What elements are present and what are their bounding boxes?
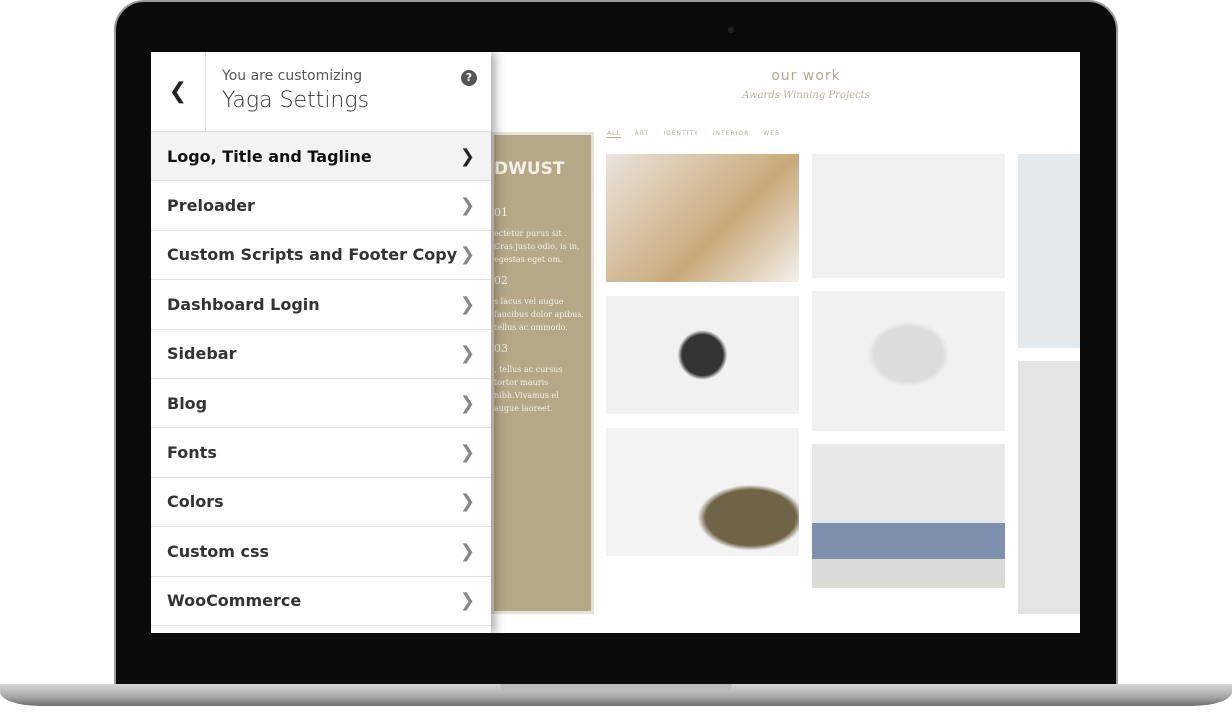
menu-item-label: Colors (167, 492, 224, 512)
menu-item-label: Dashboard Login (167, 294, 320, 314)
menu-item-label: Logo, Title and Tagline (167, 146, 372, 166)
chevron-left-icon: ❮ (168, 79, 188, 104)
chevron-right-icon: ❯ (459, 590, 475, 612)
sidebar-number: 03 (494, 342, 508, 355)
question-icon[interactable]: ? (461, 70, 477, 86)
menu-item-blog[interactable]: Blog ❯ (151, 379, 491, 429)
filter-tab[interactable]: IDENTITY (663, 130, 698, 138)
portfolio-image[interactable] (606, 296, 799, 414)
sidebar-text: ectetur purus sit . Cras justo odio, is … (494, 229, 580, 264)
chevron-right-icon: ❯ (459, 442, 475, 464)
portfolio-image[interactable] (812, 291, 1005, 431)
chevron-right-icon: ❯ (459, 293, 475, 315)
menu-item-label: Preloader (167, 196, 255, 216)
customizer-header: ❮ You are customizing Yaga Settings ? (151, 52, 491, 132)
sidebar-number: 02 (494, 274, 508, 287)
menu-item-preloader[interactable]: Preloader ❯ (151, 181, 491, 231)
sidebar-logo: DWUST (494, 159, 565, 179)
menu-item-label: Custom Scripts and Footer Copy (167, 245, 458, 265)
portfolio-image[interactable] (606, 428, 799, 556)
customizer-panel: ❮ You are customizing Yaga Settings ? Lo… (151, 52, 491, 633)
portfolio-filters: ALL ART IDENTITY INTERIOR WEB (607, 130, 780, 138)
portfolio-image[interactable] (1018, 154, 1080, 348)
menu-item-fonts[interactable]: Fonts ❯ (151, 428, 491, 478)
menu-item-label: Custom css (167, 541, 270, 561)
laptop-notch (500, 684, 732, 692)
menu-item-custom-css[interactable]: Custom css ❯ (151, 527, 491, 577)
site-preview: our work Awards Winning Projects ALL ART I… (491, 52, 1080, 633)
portfolio-image[interactable] (606, 154, 799, 282)
portfolio-image[interactable] (812, 154, 1005, 278)
menu-item-colors[interactable]: Colors ❯ (151, 478, 491, 528)
chevron-right-icon: ❯ (459, 343, 475, 365)
menu-item-sidebar[interactable]: Sidebar ❯ (151, 330, 491, 379)
chevron-right-icon: ❯ (459, 244, 475, 266)
section-subheading: Awards Winning Projects (742, 90, 870, 101)
camera (728, 27, 734, 33)
menu-item-label: Fonts (167, 443, 217, 463)
sidebar-text: , tellus ac cursus tortor mauris nibh.Vi… (494, 365, 563, 413)
section-heading: our work (771, 68, 841, 84)
filter-tab[interactable]: INTERIOR (713, 130, 750, 138)
chevron-right-icon: ❯ (459, 392, 475, 414)
menu-item-label: WooCommerce (167, 591, 302, 611)
preview-sidebar: DWUST 01 ectetur purus sit . Cras justo … (491, 132, 594, 614)
menu-item-dashboard-login[interactable]: Dashboard Login ❯ (151, 280, 491, 330)
menu-item-label: Sidebar (167, 344, 237, 364)
portfolio-image[interactable] (1018, 361, 1080, 614)
chevron-right-icon: ❯ (459, 540, 475, 562)
menu-item-logo-title-and-tagline[interactable]: Logo, Title and Tagline ❯ (151, 132, 491, 182)
menu-item-custom-scripts-and-footer-copy[interactable]: Custom Scripts and Footer Copy ❯ (151, 231, 491, 281)
filter-tab[interactable]: ALL (607, 130, 621, 138)
chevron-right-icon: ❯ (459, 195, 475, 217)
chevron-right-icon: ❯ (459, 145, 475, 167)
customizing-label: You are customizing (222, 68, 363, 84)
chevron-right-icon: ❯ (459, 491, 475, 513)
filter-tab[interactable]: WEB (763, 130, 780, 138)
menu-item-woocommerce[interactable]: WooCommerce ❯ (151, 577, 491, 626)
sidebar-number: 01 (494, 206, 508, 219)
filter-tab[interactable]: ART (635, 130, 650, 138)
sidebar-text: s lacus vel augue faucibus dolor apibus,… (494, 297, 584, 332)
site-title: Yaga Settings (222, 88, 370, 113)
portfolio-image[interactable] (812, 444, 1005, 588)
screen: ❮ You are customizing Yaga Settings ? Lo… (151, 52, 1080, 633)
back-button[interactable]: ❮ (151, 52, 206, 131)
menu-item-label: Blog (167, 393, 208, 413)
